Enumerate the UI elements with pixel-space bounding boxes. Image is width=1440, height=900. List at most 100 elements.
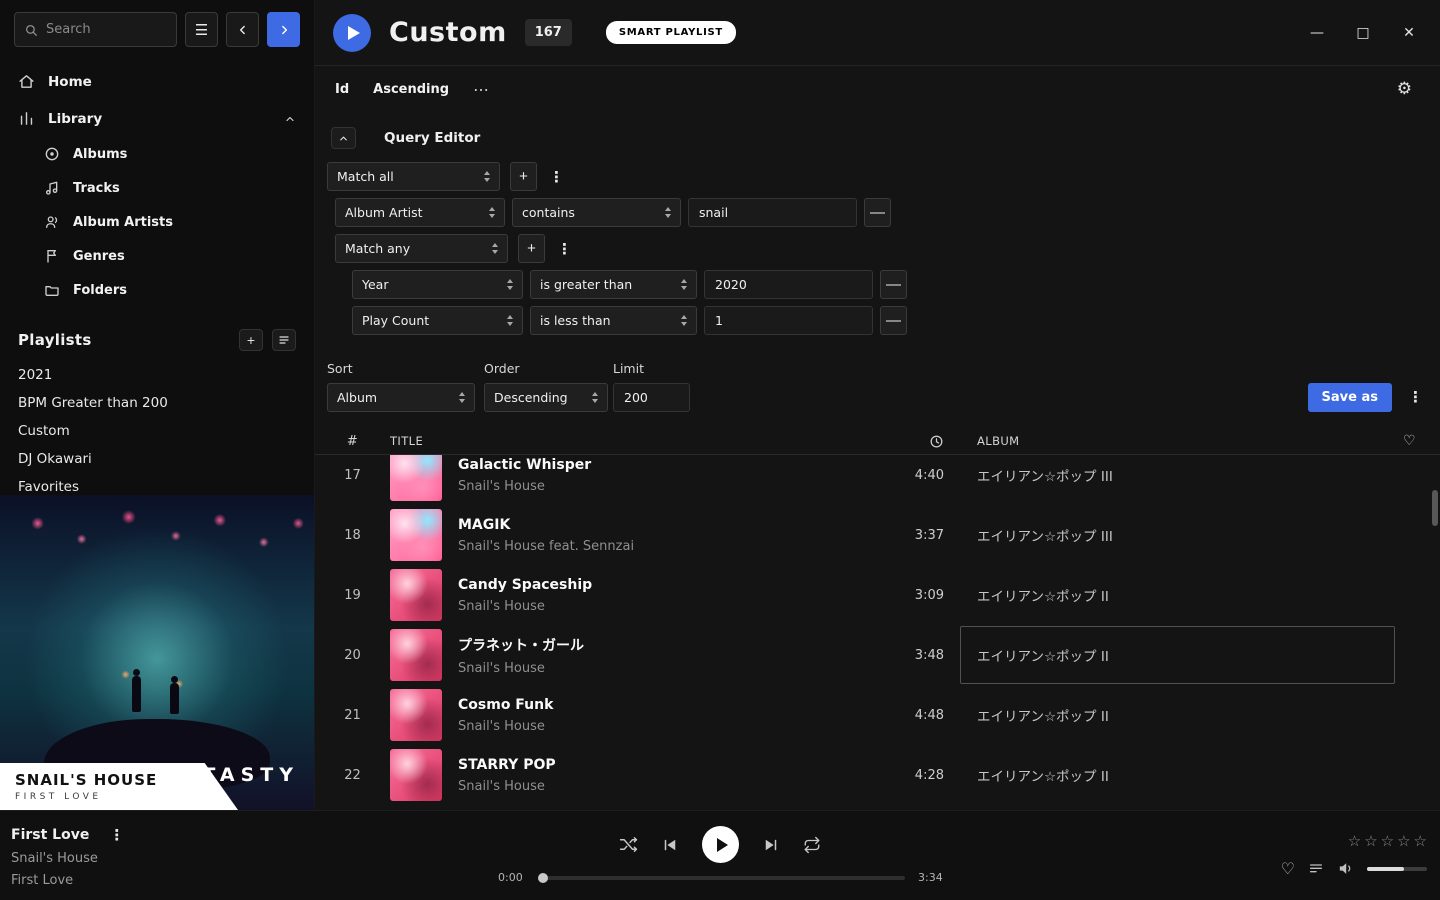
maximize-button[interactable]: □ [1354,25,1372,41]
rule-operator-select[interactable]: is greater than [530,270,697,299]
add-group-rule-button[interactable]: + [518,234,545,263]
add-rule-button[interactable]: + [510,162,537,191]
sort-order-button[interactable]: Ascending [373,82,449,97]
star-icon[interactable]: ☆ [1364,832,1377,850]
shuffle-icon[interactable] [619,835,638,854]
play-icon [717,838,728,852]
track-album[interactable]: エイリアン☆ポップ II [960,746,1395,804]
minimize-button[interactable]: — [1308,25,1326,41]
table-row[interactable]: 17 Galactic Whisper Snail's House 4:40 エ… [315,455,1440,505]
playlist-item[interactable]: 2021 [0,361,314,389]
query-editor-title: Query Editor [384,130,480,146]
track-album[interactable]: エイリアン☆ポップ III [960,506,1395,564]
duration-clock-icon[interactable] [929,434,960,449]
select-value: Match any [345,241,410,256]
settings-gear-icon[interactable]: ⚙ [1397,79,1412,99]
group-match-type-select[interactable]: Match any [335,234,508,263]
rule-field-select[interactable]: Album Artist [335,198,505,227]
close-button[interactable]: ✕ [1400,25,1418,41]
sidebar-item-album-artists[interactable]: Album Artists [0,205,314,239]
more-options-icon[interactable]: ⋯ [473,80,490,99]
favorite-heart-icon[interactable]: ♡ [1281,859,1295,878]
volume-slider[interactable] [1367,867,1427,871]
save-as-button[interactable]: Save as [1308,383,1392,412]
remove-rule-button[interactable]: — [864,198,891,227]
volume-icon[interactable] [1337,860,1354,877]
sidebar-item-label: Genres [73,249,125,264]
artwork-album: FIRST LOVE [15,792,238,802]
playlist-item[interactable]: BPM Greater than 200 [0,389,314,417]
rule-operator-select[interactable]: contains [512,198,681,227]
table-row[interactable]: 18 MAGIK Snail's House feat. Sennzai 3:3… [315,505,1440,565]
rule-field-select[interactable]: Year [352,270,523,299]
order-select[interactable]: Descending [484,383,608,412]
seek-slider[interactable] [539,876,905,880]
track-album[interactable]: エイリアン☆ポップ III [960,455,1395,504]
group-menu-icon[interactable]: ⋮ [552,240,577,258]
now-playing-menu-icon[interactable]: ⋮ [104,826,129,844]
remove-rule-button[interactable]: — [880,270,907,299]
rule-operator-select[interactable]: is less than [530,306,697,335]
chevron-up-icon[interactable] [284,113,296,125]
table-row[interactable]: 20 プラネット・ガール Snail's House 3:48 エイリアン☆ポッ… [315,625,1440,685]
sidebar-item-home[interactable]: Home [0,63,314,100]
sidebar-item-library[interactable]: Library [0,100,314,137]
track-album[interactable]: エイリアン☆ポップ II [960,566,1395,624]
sidebar-item-genres[interactable]: Genres [0,239,314,273]
star-icon[interactable]: ☆ [1348,832,1361,850]
save-menu-icon[interactable]: ⋮ [1403,383,1428,412]
limit-field-group: Limit [613,361,690,412]
playlist-item[interactable]: Custom [0,417,314,445]
rule-field-select[interactable]: Play Count [352,306,523,335]
search-input[interactable] [46,22,156,37]
table-row[interactable]: 21 Cosmo Funk Snail's House 4:48 エイリアン☆ポ… [315,685,1440,745]
remove-rule-button[interactable]: — [880,306,907,335]
home-icon [18,73,35,90]
queue-icon[interactable] [1308,861,1324,877]
scrollbar-thumb[interactable] [1432,490,1438,526]
repeat-icon[interactable] [803,836,821,854]
collapse-query-editor-button[interactable] [331,127,356,149]
star-icon[interactable]: ☆ [1414,832,1427,850]
rule-value-input[interactable] [704,270,873,299]
search-box[interactable] [14,12,177,47]
favorite-heart-icon[interactable]: ♡ [1403,433,1440,449]
seek-handle[interactable] [538,873,548,883]
library-children: Albums Tracks Album Artists Genres Folde… [0,137,314,307]
query-editor: Query Editor Match all + ⋮ Album Artist … [315,127,1440,335]
sort-select[interactable]: Album [327,383,475,412]
sort-field-button[interactable]: Id [335,82,349,97]
limit-input[interactable] [613,383,690,412]
table-row[interactable]: 22 STARRY POP Snail's House 4:28 エイリアン☆ポ… [315,745,1440,805]
track-album[interactable]: エイリアン☆ポップ II [960,686,1395,744]
star-icon[interactable]: ☆ [1397,832,1410,850]
track-album-focused[interactable]: エイリアン☆ポップ II [960,626,1395,684]
sidebar-item-folders[interactable]: Folders [0,273,314,307]
rule-group-menu-icon[interactable]: ⋮ [544,168,569,186]
menu-button[interactable]: ☰ [185,12,218,47]
column-album[interactable]: ALBUM [960,434,1395,448]
sidebar-item-albums[interactable]: Albums [0,137,314,171]
sidebar-item-tracks[interactable]: Tracks [0,171,314,205]
table-row[interactable]: 19 Candy Spaceship Snail's House 3:09 エイ… [315,565,1440,625]
next-track-icon[interactable] [762,836,780,854]
star-icon[interactable]: ☆ [1381,832,1394,850]
column-number[interactable]: # [315,434,390,449]
now-playing-artwork[interactable]: SNAIL'S HOUSE FIRST LOVE TASTY [0,495,314,810]
track-artist: Snail's House [458,599,592,614]
chevron-left-icon [236,23,250,37]
rule-value-input[interactable] [688,198,857,227]
track-number: 22 [315,768,390,783]
playlist-item[interactable]: DJ Okawari [0,445,314,473]
forward-button[interactable] [267,12,300,47]
column-title[interactable]: TITLE [390,434,900,448]
plus-icon: + [247,332,255,348]
play-playlist-button[interactable] [333,14,371,52]
back-button[interactable] [226,12,259,47]
play-pause-button[interactable] [702,826,739,863]
playlist-list-button[interactable] [272,329,296,351]
rule-value-input[interactable] [704,306,873,335]
add-playlist-button[interactable]: + [239,329,263,351]
match-type-select[interactable]: Match all [327,162,500,191]
previous-track-icon[interactable] [661,836,679,854]
